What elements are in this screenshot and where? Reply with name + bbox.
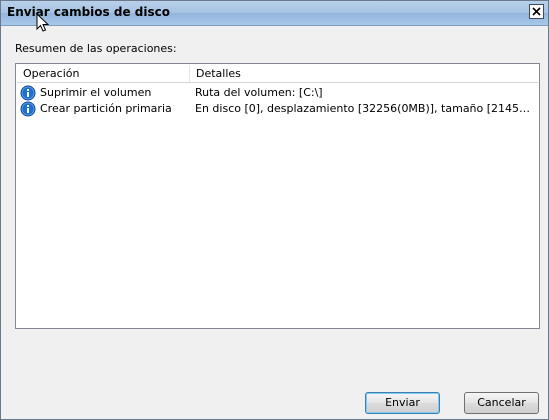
info-icon <box>20 85 36 101</box>
operations-list[interactable]: Operación Detalles Suprimir el volumen R… <box>15 63 540 329</box>
list-item[interactable]: Crear partición primaria En disco [0], d… <box>17 101 538 118</box>
details-cell: En disco [0], desplazamiento [32256(0MB)… <box>195 102 535 115</box>
list-header: Operación Detalles <box>17 65 538 83</box>
column-header-details[interactable]: Detalles <box>190 65 538 82</box>
dialog-window: Enviar cambios de disco Resumen de las o… <box>0 0 549 420</box>
info-icon <box>20 101 36 117</box>
list-item[interactable]: Suprimir el volumen Ruta del volumen: [C… <box>17 85 538 102</box>
send-button[interactable]: Enviar <box>365 392 440 414</box>
operation-cell: Suprimir el volumen <box>40 86 152 99</box>
window-title: Enviar cambios de disco <box>7 5 170 19</box>
details-cell: Ruta del volumen: [C:\] <box>195 86 323 99</box>
operation-cell: Crear partición primaria <box>40 102 172 115</box>
mouse-pointer-icon <box>36 13 50 32</box>
title-bar[interactable]: Enviar cambios de disco <box>1 1 548 26</box>
cancel-button[interactable]: Cancelar <box>464 392 539 414</box>
column-header-operation[interactable]: Operación <box>17 65 190 82</box>
summary-label: Resumen de las operaciones: <box>15 42 177 55</box>
close-button[interactable] <box>529 4 544 19</box>
close-icon <box>532 7 541 16</box>
